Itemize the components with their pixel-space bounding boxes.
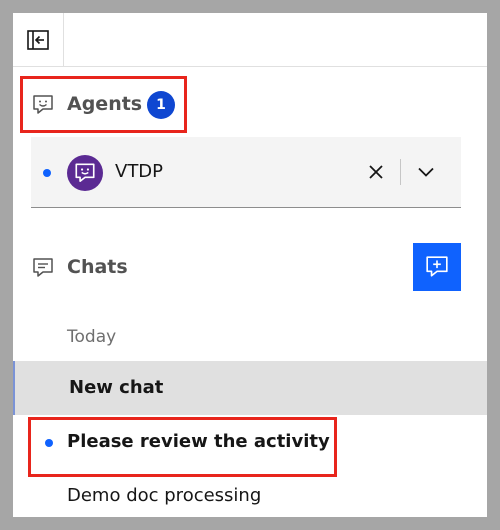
selector-divider <box>400 159 401 185</box>
chats-title: Chats <box>67 256 128 278</box>
chats-group-label: Today <box>67 327 117 347</box>
agent-name: VTDP <box>115 161 164 182</box>
open-agent-menu-button[interactable] <box>409 158 443 186</box>
agent-face-icon <box>75 163 95 182</box>
agent-face-icon <box>33 95 53 114</box>
new-chat-button[interactable] <box>413 243 461 291</box>
agents-count-badge: 1 <box>147 91 175 119</box>
clear-agent-button[interactable] <box>362 158 390 186</box>
agent-unread-dot <box>43 169 51 177</box>
chat-item-label: New chat <box>69 377 164 398</box>
agent-avatar <box>67 155 103 191</box>
chat-item-demo-doc[interactable]: Demo doc processing <box>13 469 487 517</box>
agent-selector[interactable]: VTDP <box>31 137 461 208</box>
chat-add-icon <box>426 256 448 277</box>
chat-unread-dot <box>45 439 53 447</box>
chevron-down-icon <box>418 167 434 177</box>
close-icon <box>369 165 383 179</box>
chat-bubble-icon <box>33 258 53 277</box>
chat-item-review-activity[interactable]: Please review the activity <box>13 415 487 469</box>
sidebar-header <box>13 13 487 67</box>
chat-item-label: Demo doc processing <box>67 485 262 506</box>
collapse-sidebar-button[interactable] <box>13 13 64 67</box>
agents-title: Agents <box>67 93 143 115</box>
chat-item-new-chat[interactable]: New chat <box>13 361 487 415</box>
agents-section-header: Agents 1 <box>13 90 487 120</box>
sidebar-panel: Agents 1 VTDP Chats Today New chat Pleas… <box>13 13 487 517</box>
panel-collapse-icon <box>27 30 49 50</box>
chat-item-label: Please review the activity <box>67 431 330 452</box>
